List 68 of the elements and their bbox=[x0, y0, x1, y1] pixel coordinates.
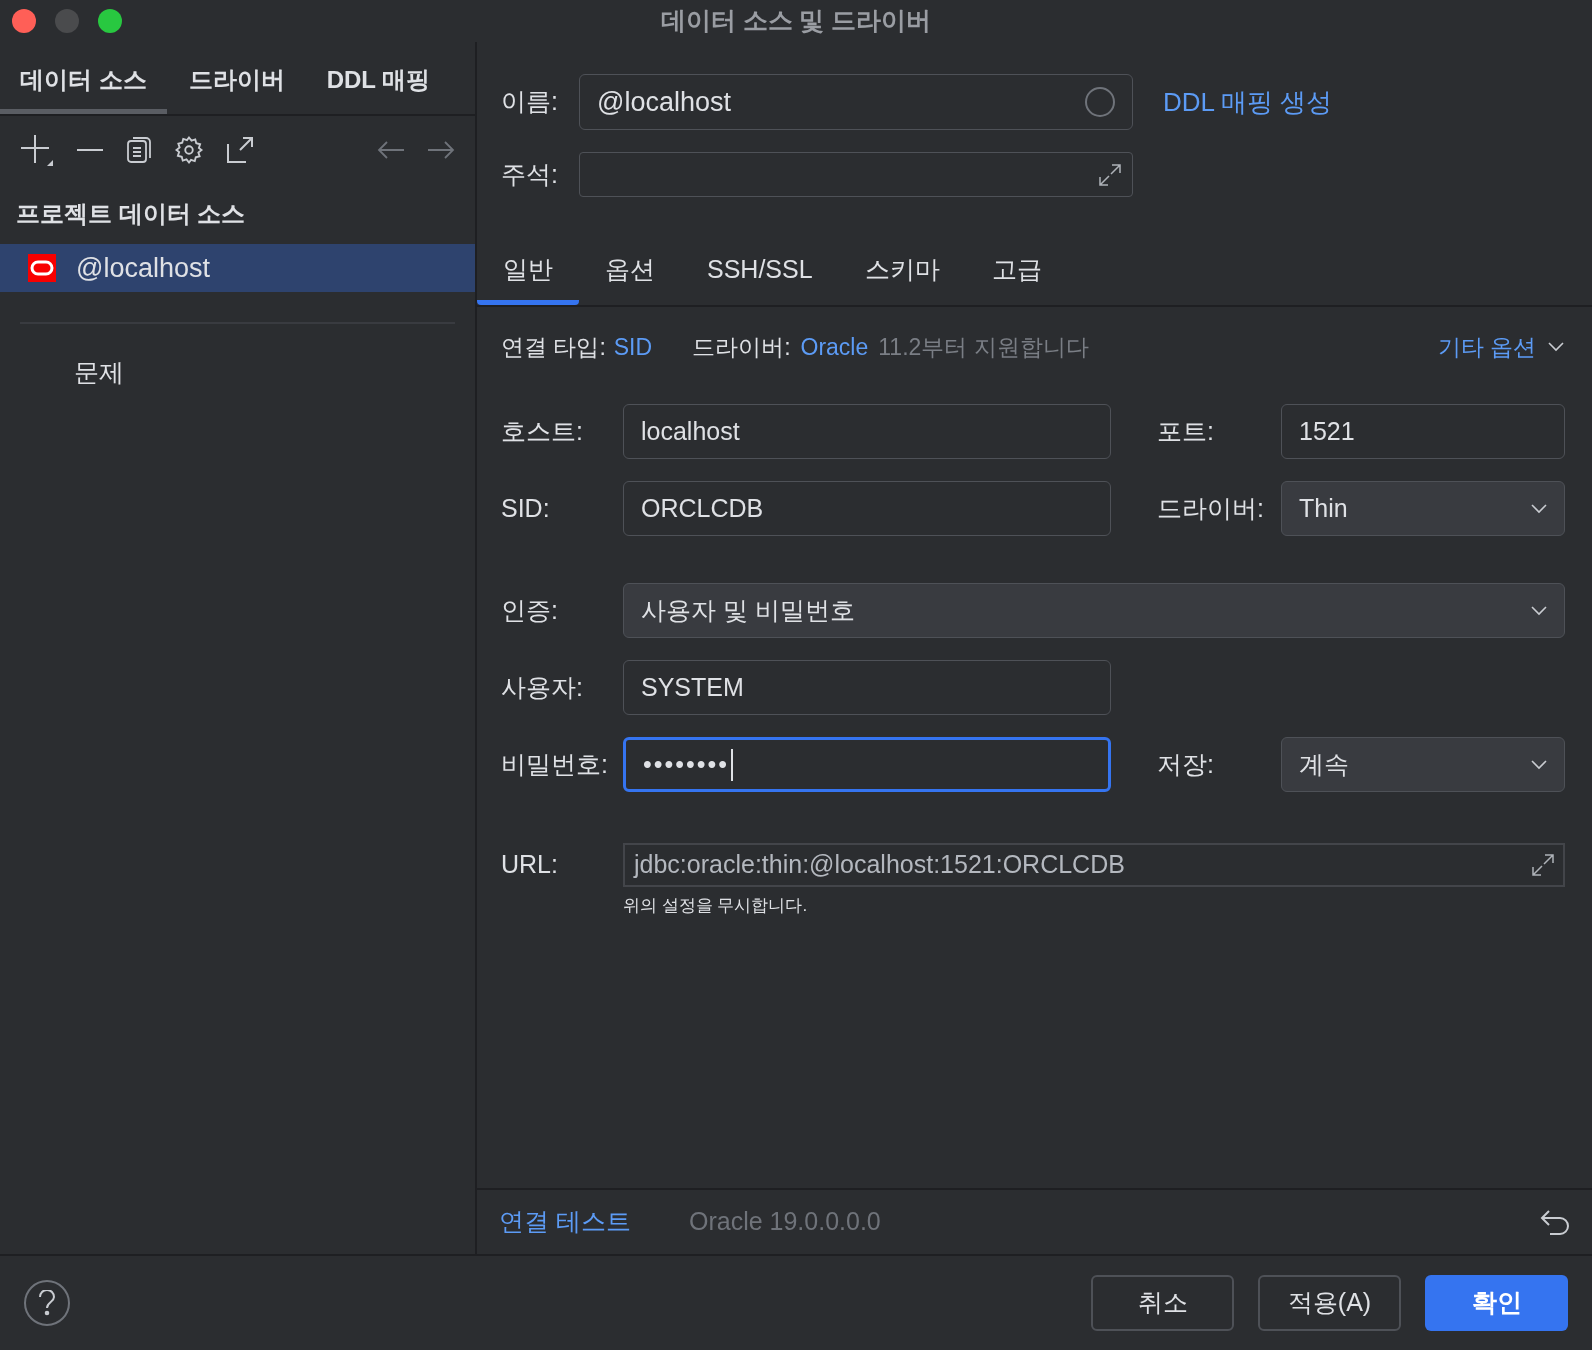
password-field[interactable]: •••••••• bbox=[623, 737, 1111, 792]
connection-type-link[interactable]: SID bbox=[613, 329, 653, 365]
dropdown[interactable]: 계속 bbox=[1281, 737, 1565, 792]
chevron-down-icon bbox=[1548, 342, 1564, 352]
driver-label: 드라이버: bbox=[692, 332, 791, 362]
back-arrow-icon[interactable] bbox=[377, 140, 405, 160]
input-field[interactable]: ORCLCDB bbox=[623, 481, 1111, 536]
field-label: 주석: bbox=[501, 158, 559, 190]
zoom-window-button[interactable] bbox=[98, 9, 122, 33]
tab[interactable]: 스키마 bbox=[838, 239, 966, 305]
field-label: 저장: bbox=[1157, 748, 1215, 780]
field-label: 비밀번호: bbox=[501, 748, 609, 780]
window-title: 데이터 소스 및 드라이버 bbox=[660, 5, 932, 37]
open-external-icon[interactable] bbox=[226, 136, 254, 164]
sidebar-tab[interactable]: 데이터 소스 bbox=[0, 50, 167, 114]
forward-arrow-icon[interactable] bbox=[427, 140, 455, 160]
driver-note: 11.2부터 지원합니다 bbox=[878, 332, 1089, 362]
database-icon bbox=[28, 254, 56, 282]
expand-icon[interactable] bbox=[1529, 851, 1557, 879]
create-ddl-mapping-link[interactable]: DDL 매핑 생성 bbox=[1163, 82, 1333, 122]
sidebar-tab[interactable]: DDL 매핑 bbox=[306, 50, 451, 114]
version-text: Oracle 19.0.0.0.0 bbox=[688, 1206, 881, 1238]
chevron-down-icon bbox=[1531, 503, 1547, 514]
dropdown-value: 사용자 및 비밀번호 bbox=[641, 594, 855, 626]
tab[interactable]: 일반 bbox=[477, 239, 579, 305]
dropdown[interactable]: Thin bbox=[1281, 481, 1565, 536]
input-field[interactable]: localhost bbox=[623, 404, 1111, 459]
remove-icon[interactable] bbox=[76, 148, 104, 152]
name-field[interactable]: @localhost bbox=[579, 74, 1133, 130]
confirm-button[interactable]: 확인 bbox=[1425, 1275, 1568, 1331]
dropdown-value: 계속 bbox=[1299, 748, 1349, 780]
section-title: 프로젝트 데이터 소스 bbox=[16, 199, 246, 229]
add-icon[interactable] bbox=[20, 133, 54, 167]
settings-icon[interactable] bbox=[174, 135, 204, 165]
copy-icon[interactable] bbox=[126, 136, 152, 164]
dialog-button[interactable]: 적용(A) bbox=[1258, 1275, 1401, 1331]
dropdown[interactable]: 사용자 및 비밀번호 bbox=[623, 583, 1565, 638]
tab[interactable]: 옵션 bbox=[579, 239, 681, 305]
field-label: URL: bbox=[501, 849, 559, 881]
data-source-item[interactable]: @localhost bbox=[0, 244, 475, 292]
tab[interactable]: SSH/SSL bbox=[681, 239, 839, 305]
url-note: 위의 설정을 무시합니다. bbox=[623, 896, 808, 915]
url-field[interactable]: jdbc:oracle:thin:@localhost:1521:ORCLCDB bbox=[623, 843, 1565, 887]
chevron-down-icon bbox=[1531, 605, 1547, 616]
chevron-down-icon bbox=[1531, 759, 1547, 770]
more-options-button[interactable]: 기타 옵션 bbox=[1437, 329, 1564, 365]
problems-label[interactable]: 문제 bbox=[74, 358, 124, 386]
input-field[interactable]: 1521 bbox=[1281, 404, 1565, 459]
field-label: 포트: bbox=[1157, 415, 1215, 447]
comment-field[interactable] bbox=[579, 152, 1133, 197]
field-label: 드라이버: bbox=[1157, 492, 1265, 524]
help-icon bbox=[38, 1290, 56, 1316]
connection-type-label: 연결 타입: bbox=[501, 332, 606, 362]
close-window-button[interactable] bbox=[12, 9, 36, 33]
field-label: 이름: bbox=[501, 86, 559, 118]
input-field[interactable]: SYSTEM bbox=[623, 660, 1111, 715]
dialog-button[interactable]: 취소 bbox=[1091, 1275, 1234, 1331]
driver-link[interactable]: Oracle bbox=[800, 329, 869, 365]
field-label: 인증: bbox=[501, 594, 559, 626]
dropdown-value: Thin bbox=[1299, 492, 1348, 524]
sidebar-tab[interactable]: 드라이버 bbox=[168, 50, 305, 114]
undo-icon[interactable] bbox=[1540, 1209, 1570, 1235]
test-connection-link[interactable]: 연결 테스트 bbox=[499, 1203, 631, 1241]
help-button[interactable] bbox=[24, 1280, 70, 1326]
tab[interactable]: 고급 bbox=[965, 239, 1068, 305]
field-label: SID: bbox=[501, 492, 551, 524]
field-label: 호스트: bbox=[501, 415, 584, 447]
field-label: 사용자: bbox=[501, 671, 584, 703]
